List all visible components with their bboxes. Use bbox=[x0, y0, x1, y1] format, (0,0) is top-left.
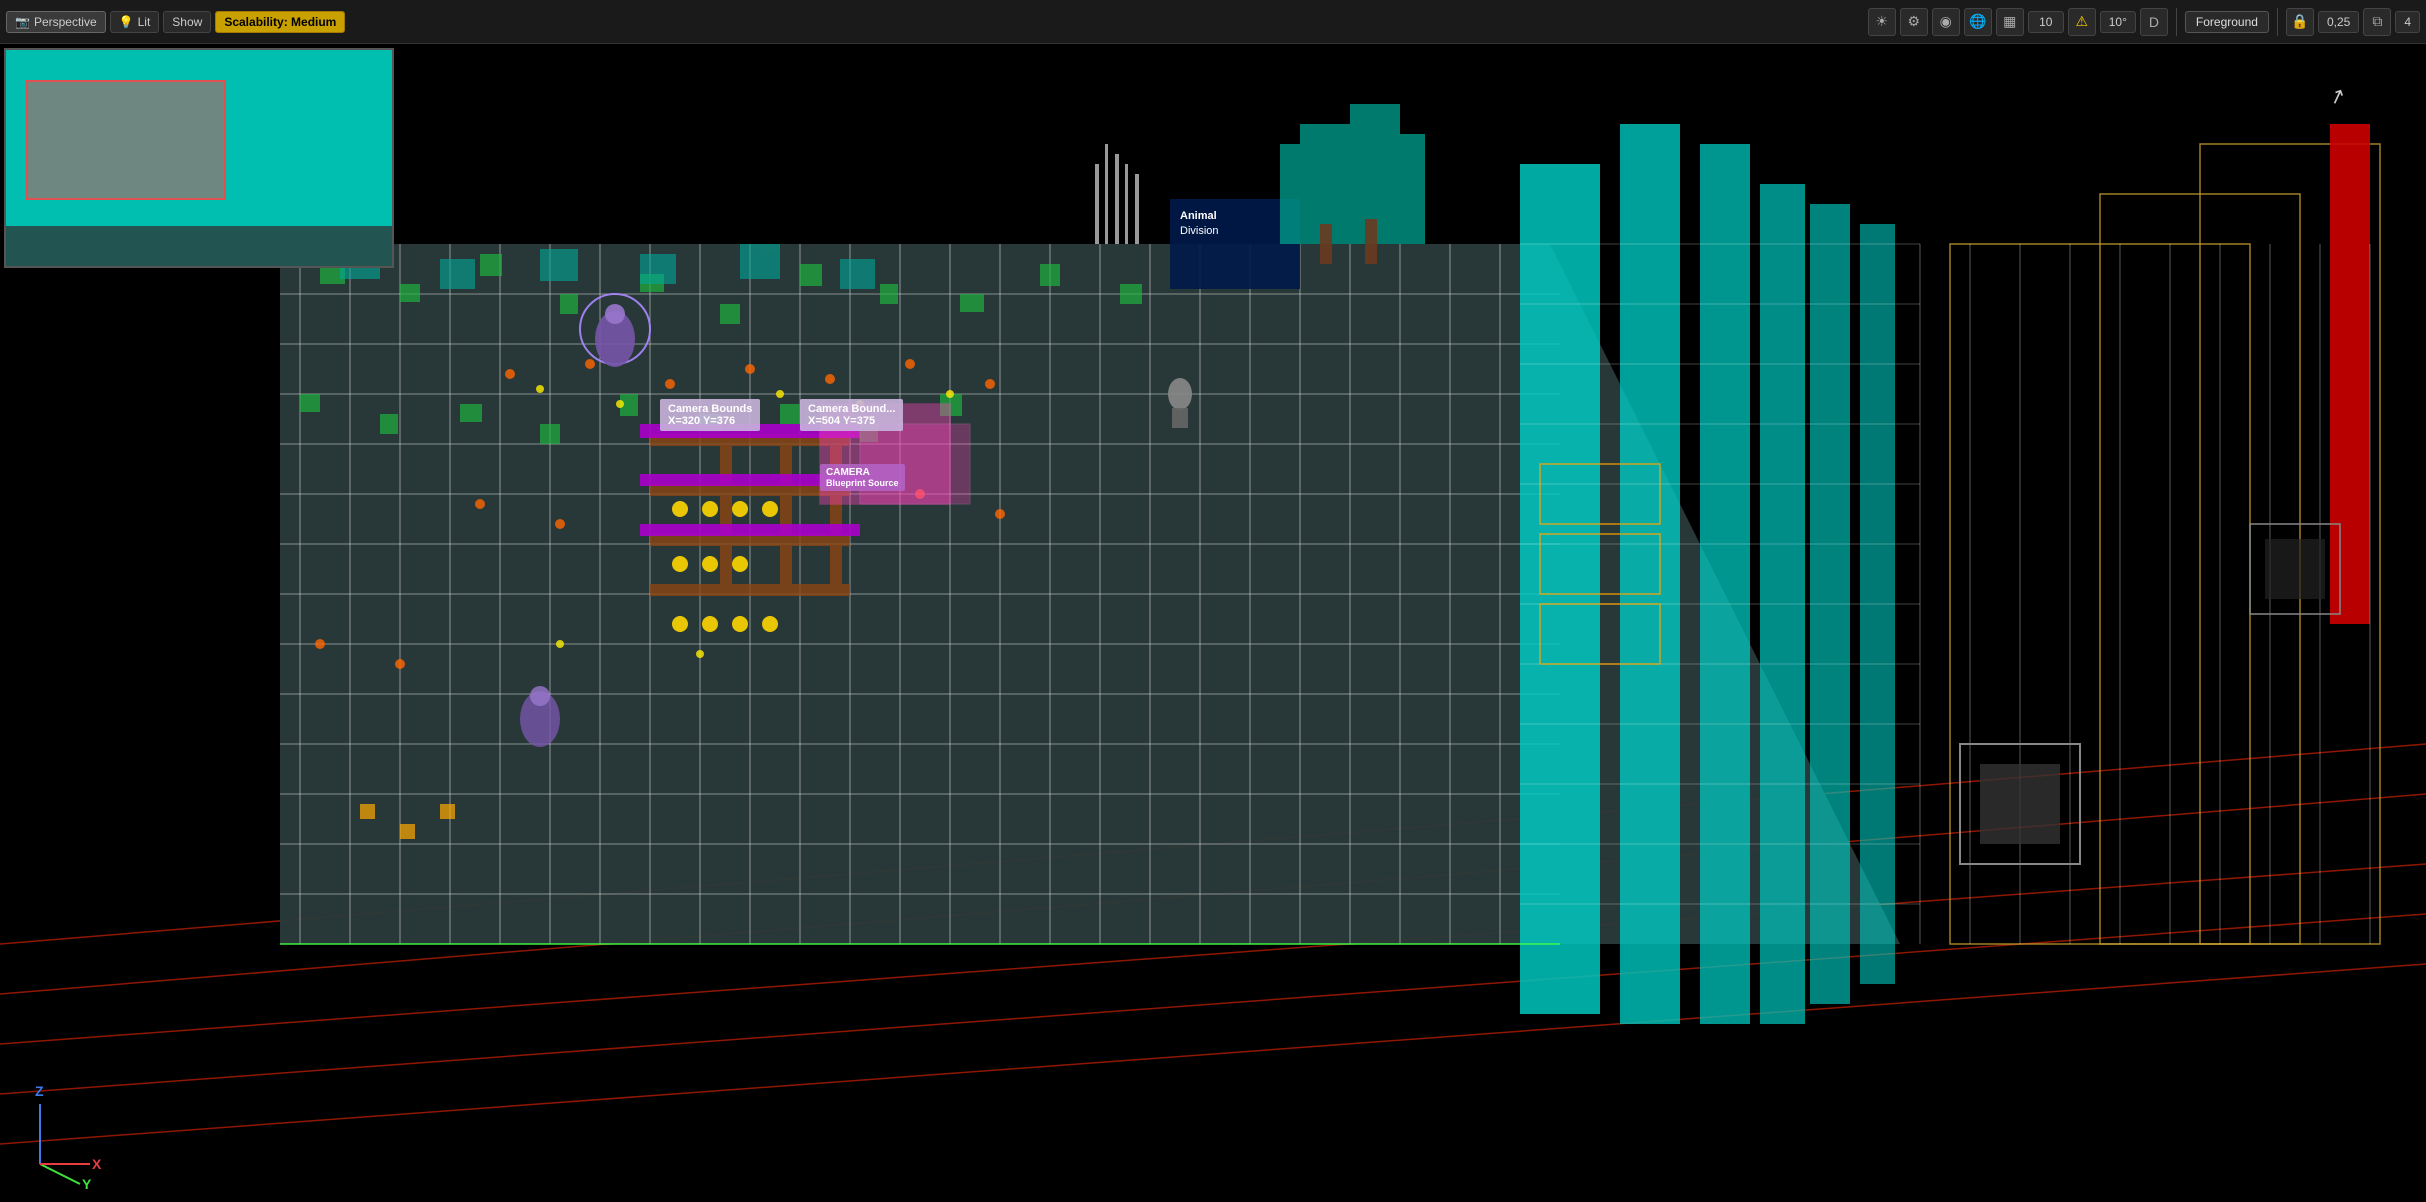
layers-icon-button[interactable]: ⧉ bbox=[2363, 8, 2391, 36]
camera-bounds-text-2: Camera Bound... bbox=[808, 403, 895, 415]
sun-icon-button[interactable]: ☀ bbox=[1868, 8, 1896, 36]
camera-text-3: CAMERA bbox=[826, 467, 899, 478]
value2-button[interactable]: 4 bbox=[2395, 11, 2420, 33]
angle-value-button[interactable]: 10° bbox=[2100, 11, 2136, 33]
toolbar-separator-2 bbox=[2277, 8, 2278, 36]
lit-label: Lit bbox=[138, 15, 151, 29]
settings-icon-button[interactable]: ⚙ bbox=[1900, 8, 1928, 36]
grid-value-button[interactable]: 10 bbox=[2028, 11, 2064, 33]
grid-icon-button[interactable]: ▦ bbox=[1996, 8, 2024, 36]
camera-bounds-label-3: CAMERA Blueprint Source bbox=[820, 464, 905, 491]
camera-sublabel: Blueprint Source bbox=[826, 478, 899, 488]
svg-text:Animal: Animal bbox=[1180, 210, 1217, 222]
foreground-label: Foreground bbox=[2196, 15, 2258, 29]
perspective-label: Perspective bbox=[34, 15, 97, 29]
main-toolbar: 📷 Perspective 💡 Lit Show Scalability: Me… bbox=[0, 0, 2426, 44]
value1-button[interactable]: 0,25 bbox=[2318, 11, 2359, 33]
lock-icon-button[interactable]: 🔒 bbox=[2286, 8, 2314, 36]
lit-button[interactable]: 💡 Lit bbox=[110, 11, 160, 33]
mini-preview-selection bbox=[26, 80, 226, 200]
3d-viewport[interactable]: Animal Division bbox=[0, 44, 2426, 1202]
camera-bounds-label-1: Camera Bounds X=320 Y=376 bbox=[660, 399, 760, 431]
foreground-button[interactable]: Foreground bbox=[2185, 11, 2269, 33]
svg-text:Z: Z bbox=[35, 1083, 44, 1099]
perspective-icon: 📷 bbox=[15, 15, 30, 29]
show-button[interactable]: Show bbox=[163, 11, 211, 33]
globe-icon-button[interactable]: 🌐 bbox=[1964, 8, 1992, 36]
svg-text:X: X bbox=[92, 1156, 102, 1172]
toolbar-separator-1 bbox=[2176, 8, 2177, 36]
lit-icon: 💡 bbox=[119, 15, 134, 29]
d-button[interactable]: D bbox=[2140, 8, 2168, 36]
show-label: Show bbox=[172, 15, 202, 29]
mini-preview-window bbox=[4, 48, 394, 268]
camera-coords-2: X=504 Y=375 bbox=[808, 415, 895, 427]
warning-icon-button[interactable]: ⚠ bbox=[2068, 8, 2096, 36]
perspective-button[interactable]: 📷 Perspective bbox=[6, 11, 106, 33]
scalability-label: Scalability: Medium bbox=[224, 15, 336, 29]
toolbar-right-group: ☀ ⚙ ◉ 🌐 ▦ 10 ⚠ 10° D Foreground 🔒 0,25 ⧉… bbox=[1868, 8, 2420, 36]
camera-bounds-label-2: Camera Bound... X=504 Y=375 bbox=[800, 399, 903, 431]
circle-icon-button[interactable]: ◉ bbox=[1932, 8, 1960, 36]
scalability-button[interactable]: Scalability: Medium bbox=[215, 11, 345, 33]
camera-bounds-text-1: Camera Bounds bbox=[668, 403, 752, 415]
camera-coords-1: X=320 Y=376 bbox=[668, 415, 752, 427]
svg-text:Division: Division bbox=[1180, 225, 1219, 237]
svg-text:Y: Y bbox=[82, 1176, 92, 1192]
